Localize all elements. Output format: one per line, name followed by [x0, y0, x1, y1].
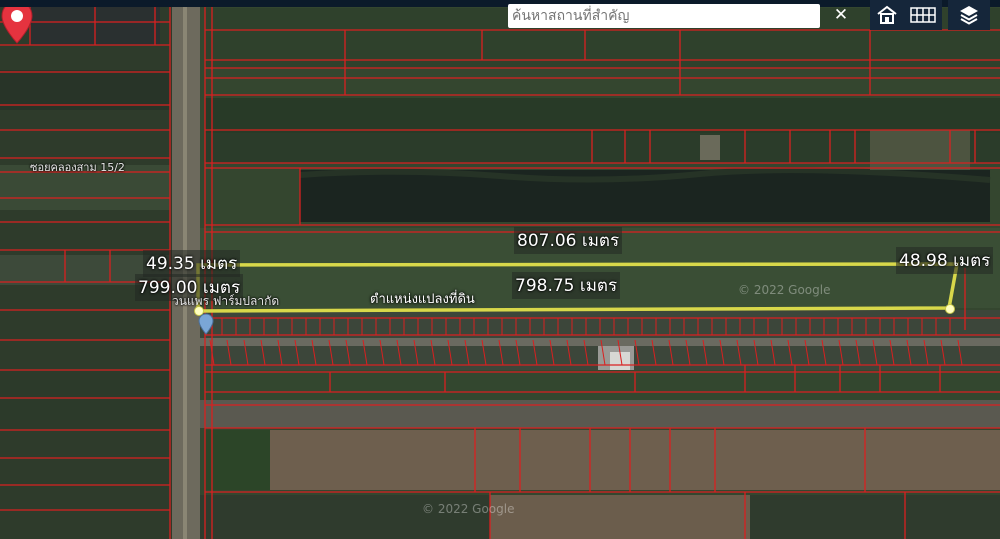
measure-right-label: 48.98 เมตร — [896, 247, 994, 274]
map-canvas[interactable]: ซอยคลองสาม 15/2 807.06 เมตร 49.35 เมตร 4… — [0, 0, 1000, 539]
measure-bottom-label: 798.75 เมตร — [512, 272, 621, 299]
layers-icon — [960, 6, 978, 25]
home-icon — [877, 5, 897, 24]
grid-toggle-button[interactable] — [904, 0, 942, 30]
plot-marker-label: ตำแหน่งแปลงที่ดิน — [370, 292, 475, 307]
clear-search-button[interactable]: ✕ — [830, 0, 852, 30]
business-label[interactable]: วนแพร ฟาร์มปลากัด — [172, 292, 279, 311]
grid-icon — [910, 7, 936, 23]
home-button[interactable] — [870, 0, 904, 30]
layers-button[interactable] — [948, 0, 990, 30]
vertex-handle[interactable] — [945, 304, 955, 314]
road-label: ซอยคลองสาม 15/2 — [30, 161, 125, 174]
watermark: © 2022 Google — [422, 502, 515, 516]
measure-left-short-label: 49.35 เมตร — [143, 250, 241, 277]
search-input[interactable] — [508, 4, 820, 28]
place-marker-icon[interactable] — [198, 313, 214, 335]
measure-top-label: 807.06 เมตร — [514, 227, 623, 254]
watermark: © 2022 Google — [738, 283, 831, 297]
close-icon: ✕ — [833, 5, 849, 25]
